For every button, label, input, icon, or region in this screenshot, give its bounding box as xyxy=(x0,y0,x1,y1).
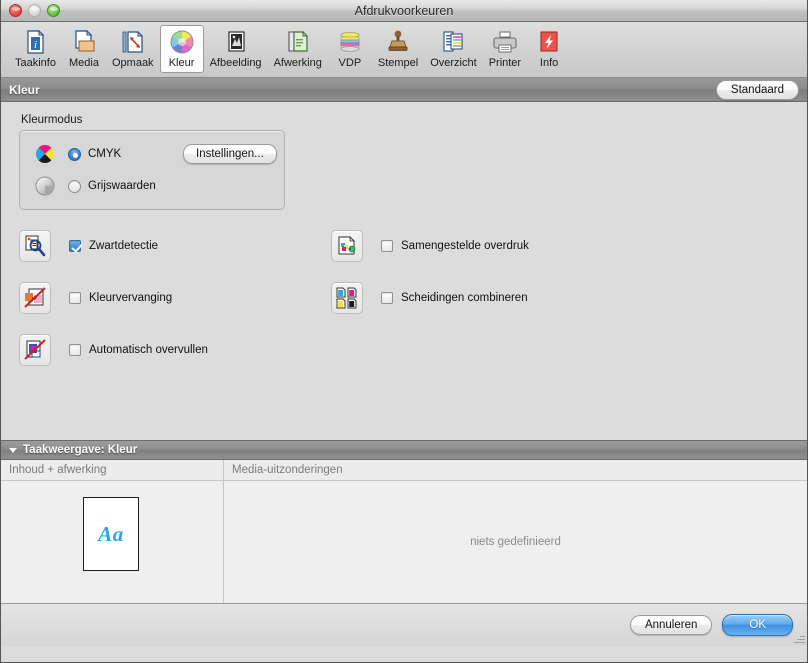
svg-text:i: i xyxy=(34,39,37,51)
close-button[interactable] xyxy=(9,4,22,17)
toolbar-label: Taakinfo xyxy=(15,57,56,69)
toolbar-label: Overzicht xyxy=(430,57,477,69)
zwartdetectie-label: Zwartdetectie xyxy=(89,240,159,252)
stamp-icon xyxy=(384,28,412,56)
grijswaarden-label: Grijswaarden xyxy=(88,180,156,192)
toolbar-item-printer[interactable]: Printer xyxy=(483,25,527,73)
column-header-media: Media-uitzonderingen xyxy=(224,460,807,480)
toolbar-item-media[interactable]: Media xyxy=(62,25,106,73)
auto-trapping-icon xyxy=(19,334,51,366)
toolbar-label: Info xyxy=(539,57,559,69)
job-view-header[interactable]: Taakweergave: Kleur xyxy=(1,440,807,460)
scheidingen-combineren-label: Scheidingen combineren xyxy=(401,292,528,304)
samengestelde-overdruk-label: Samengestelde overdruk xyxy=(401,240,529,252)
cmyk-label: CMYK xyxy=(88,148,122,160)
grayscale-wheel-icon xyxy=(34,175,56,197)
finishing-icon xyxy=(284,28,312,56)
toolbar-label: Afwerking xyxy=(273,57,322,69)
job-view-column-headers: Inhoud + afwerking Media-uitzonderingen xyxy=(1,460,807,481)
toolbar-item-afbeelding[interactable]: Afbeelding xyxy=(204,25,268,73)
option-row-samengestelde-overdruk[interactable]: Samengestelde overdruk xyxy=(331,230,529,262)
toolbar-item-opmaak[interactable]: Opmaak xyxy=(106,25,160,73)
samengestelde-overdruk-checkbox[interactable] xyxy=(381,240,393,252)
toolbar-label: Printer xyxy=(488,57,522,69)
summary-icon xyxy=(439,28,467,56)
window-title: Afdrukvoorkeuren xyxy=(354,3,454,18)
info-red-icon xyxy=(535,28,563,56)
option-row-zwartdetectie[interactable]: Zwartdetectie xyxy=(19,230,158,262)
column-header-content: Inhoud + afwerking xyxy=(1,460,224,480)
disclosure-triangle-icon[interactable] xyxy=(9,447,17,453)
job-info-icon: i xyxy=(21,28,49,56)
color-substitution-icon xyxy=(19,282,51,314)
section-header: Kleur Standaard xyxy=(1,78,807,102)
media-exceptions-empty-text: niets gedefinieerd xyxy=(470,536,561,548)
black-detection-icon xyxy=(19,230,51,262)
toolbar-label: Afbeelding xyxy=(209,57,262,69)
layout-icon xyxy=(119,28,147,56)
toolbar-item-afwerking[interactable]: Afwerking xyxy=(268,25,328,73)
toolbar: i Taakinfo Media Opmaak Kleur Afbeelding… xyxy=(1,22,807,78)
zoom-button[interactable] xyxy=(47,4,60,17)
automatisch-overvullen-checkbox[interactable] xyxy=(69,344,81,356)
toolbar-label: Kleur xyxy=(168,57,195,69)
cmyk-wheel-icon xyxy=(34,143,56,165)
column-header-label: Inhoud + afwerking xyxy=(9,464,107,476)
job-view-panes: Aa niets gedefinieerd xyxy=(1,481,807,603)
cancel-button[interactable]: Annuleren xyxy=(629,615,713,635)
minimize-button xyxy=(28,4,41,17)
cmyk-radio[interactable] xyxy=(68,147,81,161)
toolbar-label: Media xyxy=(69,57,99,69)
media-exceptions-pane[interactable]: niets gedefinieerd xyxy=(224,481,807,603)
option-row-scheidingen-combineren[interactable]: Scheidingen combineren xyxy=(331,282,528,314)
scheidingen-combineren-checkbox[interactable] xyxy=(381,292,393,304)
job-view-title: Taakweergave: Kleur xyxy=(23,444,138,456)
ok-button[interactable]: OK xyxy=(722,614,793,636)
toolbar-item-info[interactable]: Info xyxy=(527,25,571,73)
resize-grip-icon[interactable] xyxy=(793,632,805,644)
kleurvervanging-label: Kleurvervanging xyxy=(89,292,173,304)
vdp-stack-icon xyxy=(336,28,364,56)
composite-overprint-icon xyxy=(331,230,363,262)
column-header-label: Media-uitzonderingen xyxy=(232,464,343,476)
standaard-button[interactable]: Standaard xyxy=(715,79,799,100)
toolbar-item-stempel[interactable]: Stempel xyxy=(372,25,424,73)
kleurmodus-groupbox: CMYK Instellingen... Grijswaarden xyxy=(19,130,285,210)
image-icon xyxy=(222,28,250,56)
color-mode-option-grijswaarden[interactable]: Grijswaarden xyxy=(34,175,156,197)
color-wheel-icon xyxy=(168,28,196,56)
toolbar-item-vdp[interactable]: VDP xyxy=(328,25,372,73)
page-preview-text: Aa xyxy=(98,521,124,546)
automatisch-overvullen-label: Automatisch overvullen xyxy=(89,344,208,356)
media-icon xyxy=(70,28,98,56)
grijswaarden-radio[interactable] xyxy=(68,179,81,193)
color-mode-option-cmyk[interactable]: CMYK xyxy=(34,143,121,165)
page-preview-thumbnail[interactable]: Aa xyxy=(83,497,139,571)
toolbar-label: Opmaak xyxy=(111,57,154,69)
section-title: Kleur xyxy=(9,82,40,97)
combine-separations-icon xyxy=(331,282,363,314)
print-preferences-window: Afdrukvoorkeuren i Taakinfo Media Opmaak… xyxy=(0,0,808,663)
option-row-kleurvervanging[interactable]: Kleurvervanging xyxy=(19,282,172,314)
kleurmodus-label: Kleurmodus xyxy=(21,114,83,126)
toolbar-label: VDP xyxy=(338,57,362,69)
toolbar-item-kleur[interactable]: Kleur xyxy=(159,25,204,73)
toolbar-label: Stempel xyxy=(377,57,419,69)
option-row-automatisch-overvullen[interactable]: Automatisch overvullen xyxy=(19,334,208,366)
color-settings-panel: Kleurmodus CMYK Instellingen... Grijswaa… xyxy=(1,102,807,440)
content-finishing-pane[interactable]: Aa xyxy=(1,481,224,603)
dialog-footer: Annuleren OK xyxy=(1,603,807,646)
zwartdetectie-checkbox[interactable] xyxy=(69,240,81,252)
title-bar: Afdrukvoorkeuren xyxy=(1,0,807,22)
toolbar-item-overzicht[interactable]: Overzicht xyxy=(424,25,482,73)
toolbar-item-taakinfo[interactable]: i Taakinfo xyxy=(9,25,62,73)
window-controls xyxy=(1,4,60,17)
instellingen-button[interactable]: Instellingen... xyxy=(183,144,277,164)
printer-icon xyxy=(491,28,519,56)
kleurvervanging-checkbox[interactable] xyxy=(69,292,81,304)
